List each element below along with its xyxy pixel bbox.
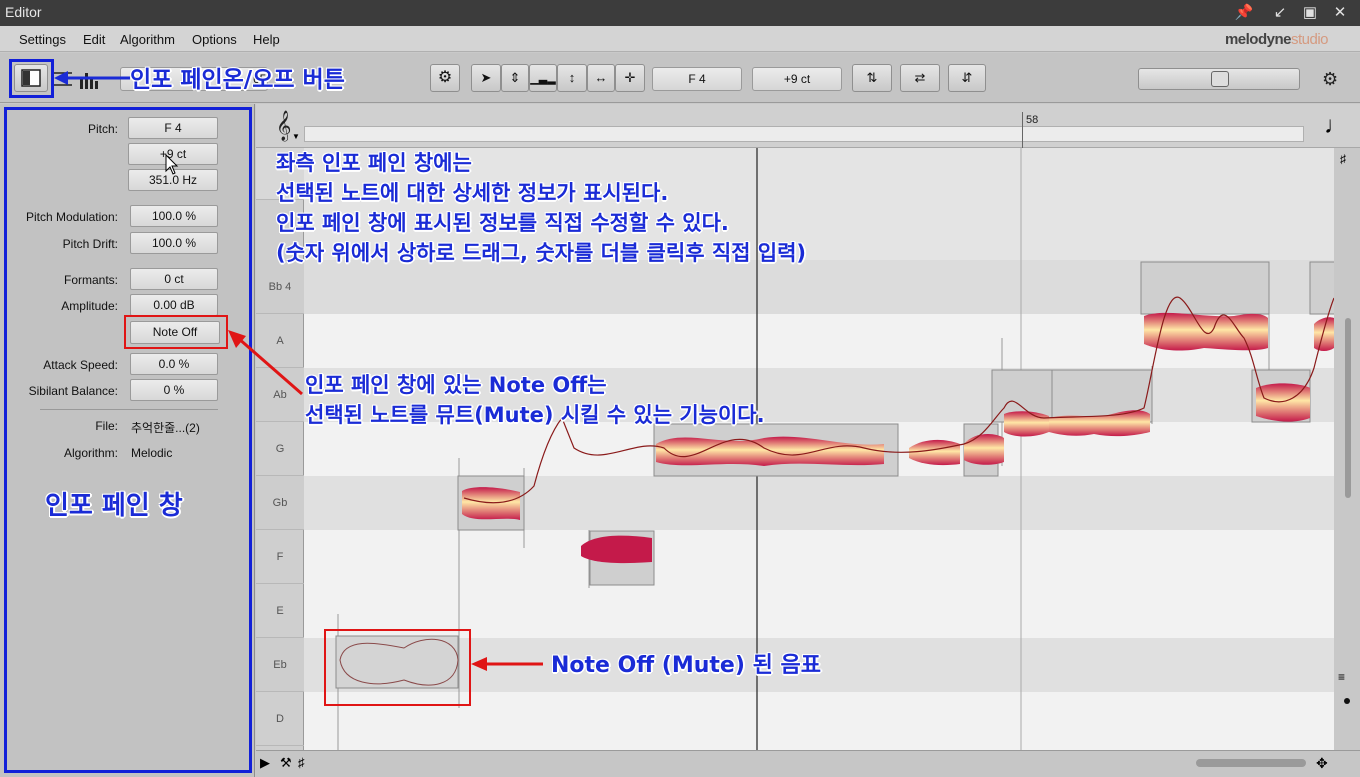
amplitude-tool-button[interactable]: ↕ bbox=[557, 64, 587, 92]
key-eb[interactable]: Eb bbox=[256, 638, 304, 692]
menu-algorithm[interactable]: Algorithm bbox=[120, 32, 175, 47]
info-description-annotation: 좌측 인포 페인 창에는 선택된 노트에 대한 상세한 정보가 표시된다. 인포… bbox=[276, 148, 806, 268]
bottom-toolbar: ▶ ⚒ ♯ ✥ bbox=[256, 750, 1360, 777]
window-title: Editor bbox=[5, 4, 42, 20]
fit-view-icon[interactable]: ✥ bbox=[1316, 755, 1328, 772]
main-tool-button[interactable]: ➤ bbox=[471, 64, 501, 92]
info-line-1: 좌측 인포 페인 창에는 bbox=[276, 151, 472, 175]
menu-edit[interactable]: Edit bbox=[83, 32, 105, 47]
time-tool-button[interactable]: ↔ bbox=[587, 64, 615, 92]
time-quantize-button[interactable]: ⇄ bbox=[900, 64, 940, 92]
restore-down-icon[interactable]: ↙ bbox=[1270, 3, 1290, 23]
clef-dropdown-icon[interactable]: ▼ bbox=[292, 132, 300, 141]
pitch-tool-button[interactable]: ⇕ bbox=[501, 64, 529, 92]
maximize-icon[interactable]: ▣ bbox=[1300, 3, 1320, 23]
pitch-quantize-icon: ⇅ bbox=[866, 70, 878, 85]
sharps-icon[interactable]: ♯ bbox=[1340, 152, 1346, 166]
time-tool-icon: ↔ bbox=[594, 70, 608, 85]
treble-clef-icon[interactable]: 𝄞 bbox=[276, 110, 291, 142]
toggle-annotation: 인포 페인온/오프 버튼 bbox=[130, 67, 345, 93]
pitch-display-field[interactable]: F 4 bbox=[652, 67, 742, 91]
melodyne-editor-window: Editor 📌 ↙ ▣ ✕ Settings Edit Algorithm O… bbox=[0, 0, 1360, 777]
arrow-to-muted-note-icon bbox=[471, 657, 543, 671]
cents-display-field[interactable]: +9 ct bbox=[752, 67, 842, 91]
bar-number: 58 bbox=[1026, 114, 1039, 126]
key-g[interactable]: G bbox=[256, 422, 304, 476]
menu-help[interactable]: Help bbox=[253, 32, 280, 47]
note-off-line-2: 선택된 노트를 뮤트(Mute) 시킬 수 있는 기능이다. bbox=[305, 403, 765, 427]
info-line-3: 인포 페인 창에 표시된 정보를 직접 수정할 수 있다. bbox=[276, 211, 729, 235]
formant-tool-button[interactable]: ▁▃▂ bbox=[529, 64, 557, 92]
info-pane-toggle-highlight bbox=[9, 59, 54, 98]
wrench-icon: ⚙ bbox=[437, 69, 453, 86]
info-line-4: (숫자 위에서 상하로 드래그, 숫자를 더블 클릭후 직접 입력) bbox=[276, 241, 807, 265]
time-quantize-icon: ⇄ bbox=[914, 70, 926, 85]
lines-icon[interactable]: ≡ bbox=[1338, 670, 1345, 684]
pin-icon[interactable]: 📌 bbox=[1234, 3, 1254, 23]
key-e[interactable]: E bbox=[256, 584, 304, 638]
arrow-to-toggle-icon bbox=[54, 71, 130, 85]
pitch-tool-icon: ⇕ bbox=[509, 70, 521, 85]
amplitude-tool-icon: ↕ bbox=[568, 70, 576, 85]
info-line-2: 선택된 노트에 대한 상세한 정보가 표시된다. bbox=[276, 181, 669, 205]
zoom-slider-handle[interactable] bbox=[1211, 71, 1229, 87]
vertical-scroll-area[interactable]: ♯ ≡ bbox=[1334, 148, 1360, 750]
note-value-icon[interactable]: ♩ bbox=[1324, 112, 1348, 140]
play-marker-icon[interactable]: ▶ bbox=[260, 755, 270, 771]
note-separation-tool-button[interactable]: ✛ bbox=[615, 64, 645, 92]
separation-tool-icon: ✛ bbox=[624, 70, 636, 85]
zoom-knob[interactable] bbox=[1344, 698, 1350, 704]
timeline-bar[interactable] bbox=[304, 126, 1304, 142]
note-off-highlight bbox=[124, 315, 228, 349]
info-pane-annotation: 인포 페인 창 bbox=[45, 491, 183, 521]
tool-icon[interactable]: ⚒ bbox=[280, 755, 292, 771]
amplitude-compress-button[interactable]: ⇵ bbox=[948, 64, 986, 92]
settings-gear-icon[interactable]: ⚙ bbox=[1322, 69, 1338, 90]
key-d[interactable]: D bbox=[256, 692, 304, 746]
menu-settings[interactable]: Settings bbox=[19, 32, 66, 47]
tools-wrench-button[interactable]: ⚙ bbox=[430, 64, 460, 92]
note-off-line-1: 인포 페인 창에 있는 Note Off는 bbox=[305, 373, 607, 397]
close-icon[interactable]: ✕ bbox=[1330, 3, 1350, 23]
compress-icon: ⇵ bbox=[961, 70, 973, 85]
formant-tool-icon: ▁▃▂ bbox=[530, 73, 556, 85]
note-off-annotation: 인포 페인 창에 있는 Note Off는 선택된 노트를 뮤트(Mute) 시… bbox=[305, 370, 765, 430]
muted-note-annotation: Note Off (Mute) 된 음표 bbox=[551, 653, 821, 678]
arrow-cursor-icon: ➤ bbox=[480, 70, 492, 85]
vertical-scrollbar[interactable] bbox=[1345, 318, 1351, 498]
title-bar: Editor 📌 ↙ ▣ ✕ bbox=[0, 0, 1360, 26]
menu-options[interactable]: Options bbox=[192, 32, 237, 47]
arrow-to-note-off-icon bbox=[228, 330, 303, 396]
pitch-quantize-button[interactable]: ⇅ bbox=[852, 64, 892, 92]
sharps-bottom-icon[interactable]: ♯ bbox=[298, 755, 305, 770]
menu-bar: Settings Edit Algorithm Options Help mel… bbox=[0, 26, 1360, 52]
zoom-slider[interactable] bbox=[1138, 68, 1300, 90]
key-bb4[interactable]: Bb 4 bbox=[256, 260, 304, 314]
key-gb[interactable]: Gb bbox=[256, 476, 304, 530]
timeline-ruler[interactable]: 𝄞 ▼ 58 ♩ bbox=[256, 104, 1360, 148]
horizontal-scrollbar[interactable] bbox=[1196, 759, 1306, 767]
melodyne-logo: melodynestudio bbox=[1224, 31, 1329, 48]
info-pane-highlight bbox=[4, 107, 252, 773]
key-f[interactable]: F bbox=[256, 530, 304, 584]
bar-line-marker bbox=[1022, 112, 1023, 148]
muted-note-highlight bbox=[324, 629, 471, 706]
